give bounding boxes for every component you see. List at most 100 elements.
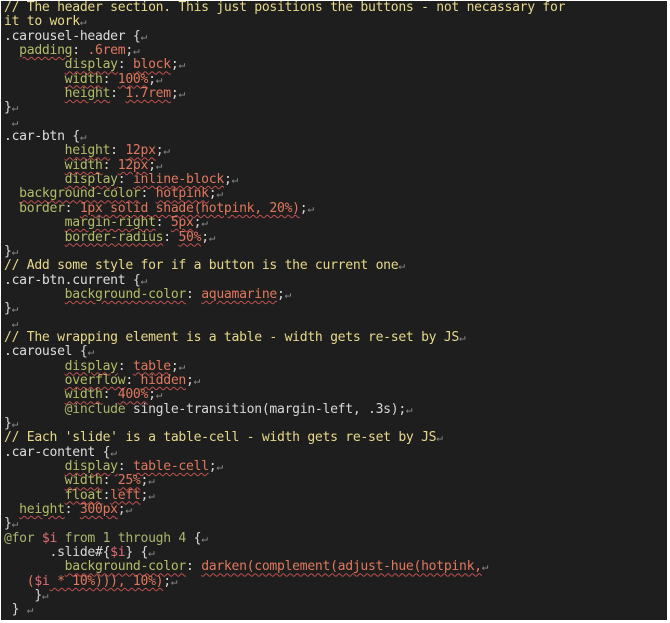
code-line[interactable]: border: 1px solid shade(hotpink, 20%);↵	[4, 200, 667, 216]
line-break-mark: ↵	[307, 201, 314, 215]
code-line[interactable]: @for $i from 1 through 4 {↵	[4, 530, 667, 546]
code-line[interactable]: // The wrapping element is a table - wid…	[4, 329, 667, 345]
code-editor[interactable]: // The header section. This just positio…	[1, 1, 667, 620]
line-break-mark: ↵	[178, 359, 185, 373]
code-value: (	[4, 573, 35, 589]
code-line[interactable]: .carousel-header {↵	[4, 28, 667, 44]
code-text: }	[4, 516, 12, 532]
code-line[interactable]: }↵	[4, 415, 667, 431]
code-text: :	[102, 473, 118, 489]
code-line[interactable]: ↵	[4, 116, 667, 130]
code-line[interactable]: margin-right: 5px;↵	[4, 215, 667, 230]
code-property: background-color	[64, 559, 187, 575]
code-text: } {	[125, 545, 149, 561]
code-line[interactable]: ($i * 10%))), 10%);↵	[4, 573, 667, 589]
code-line[interactable]: // Each 'slide' is a table-cell - width …	[4, 431, 667, 445]
code-line[interactable]: .slide#{$i} {↵	[4, 545, 667, 561]
line-break-mark: ↵	[11, 302, 19, 316]
line-break-mark: ↵	[26, 603, 34, 617]
code-line[interactable]: }↵	[4, 101, 667, 115]
code-value: 300px	[79, 502, 118, 518]
code-line[interactable]: ↵	[4, 317, 667, 331]
code-line[interactable]: width: 12px;↵	[4, 157, 667, 173]
code-property: height	[19, 502, 65, 518]
code-keyword: @include	[64, 401, 126, 417]
code-property: border-radius	[64, 229, 164, 245]
code-line[interactable]: background-color: aquamarine;↵	[4, 286, 667, 302]
code-line[interactable]: }↵	[4, 244, 667, 259]
code-comment: // The wrapping element is a table - wid…	[4, 329, 459, 345]
code-line[interactable]: } ↵	[4, 603, 667, 617]
code-line[interactable]: display: block;↵	[4, 58, 667, 72]
code-line[interactable]: float:left;↵	[4, 488, 667, 503]
line-break-mark: ↵	[178, 87, 185, 101]
code-text: }	[4, 415, 12, 431]
code-property: background-color	[64, 286, 187, 302]
line-break-mark: ↵	[148, 488, 155, 502]
line-break-mark: ↵	[132, 44, 140, 58]
code-line[interactable]: // The header section. This just positio…	[4, 1, 667, 15]
code-value: 400%	[117, 387, 149, 403]
code-line[interactable]: display: inline-block;↵	[4, 172, 667, 188]
code-line[interactable]: }↵	[4, 517, 667, 531]
code-property: width	[64, 71, 103, 87]
code-line[interactable]: }↵	[4, 302, 667, 316]
code-line[interactable]: }↵	[4, 588, 667, 603]
code-keyword: @for	[4, 530, 42, 546]
code-line[interactable]: height: 1.7rem;↵	[4, 86, 667, 102]
code-line[interactable]: background-color: darken(complement(adju…	[4, 560, 667, 574]
code-value: 1px solid shade(hotpink, 20%)	[79, 200, 300, 216]
code-line[interactable]: width: 400%;↵	[4, 388, 667, 402]
code-line[interactable]: display: table;↵	[4, 359, 667, 374]
code-text: :	[64, 200, 80, 216]
code-line[interactable]: display: table-cell;↵	[4, 459, 667, 474]
line-break-mark: ↵	[155, 72, 163, 86]
code-content[interactable]: // The header section. This just positio…	[1, 1, 667, 618]
line-break-mark: ↵	[140, 29, 148, 43]
code-line[interactable]: padding: .6rem;↵	[4, 43, 667, 58]
line-break-mark: ↵	[79, 130, 87, 144]
code-line[interactable]: height: 300px;↵	[4, 502, 667, 518]
line-break-mark: ↵	[216, 460, 223, 473]
code-line[interactable]: .car-btn {↵	[4, 129, 667, 144]
code-property: width	[64, 473, 103, 489]
code-line[interactable]: border-radius: 50%;↵	[4, 229, 667, 245]
code-line[interactable]: background-color: hotpink;↵	[4, 187, 667, 201]
code-line[interactable]: overflow: hidden;↵	[4, 372, 667, 388]
code-value: table-cell	[132, 459, 209, 474]
code-value: block	[132, 57, 171, 73]
code-text: :	[186, 559, 202, 575]
code-value: 12px	[117, 157, 149, 173]
code-selector: .carousel-header	[4, 28, 133, 44]
code-line[interactable]: @include single-transition(margin-left, …	[4, 401, 667, 417]
code-comment: // Add some style for if a button is the…	[4, 258, 399, 274]
code-line[interactable]: it to work↵	[4, 15, 667, 29]
code-value: aquamarine	[201, 286, 278, 302]
code-line[interactable]: width: 25%;↵	[4, 474, 667, 488]
code-text: ;	[223, 172, 232, 188]
code-selector: .car-btn.current	[4, 272, 133, 288]
code-line[interactable]: .car-content {↵	[4, 445, 667, 460]
code-text: :	[110, 86, 126, 102]
code-line[interactable]: height: 12px;↵	[4, 144, 667, 158]
code-text: ;	[148, 387, 156, 403]
code-line[interactable]: // Add some style for if a button is the…	[4, 259, 667, 273]
code-property: overflow	[64, 372, 126, 388]
code-line[interactable]: width: 100%;↵	[4, 71, 667, 87]
code-value: * 10%))), 10%)	[49, 573, 164, 589]
code-text: :	[102, 387, 118, 403]
code-line[interactable]: .carousel {↵	[4, 345, 667, 359]
line-break-mark: ↵	[163, 144, 170, 158]
line-break-mark: ↵	[178, 58, 185, 72]
code-line[interactable]: .car-btn.current {↵	[4, 272, 667, 288]
